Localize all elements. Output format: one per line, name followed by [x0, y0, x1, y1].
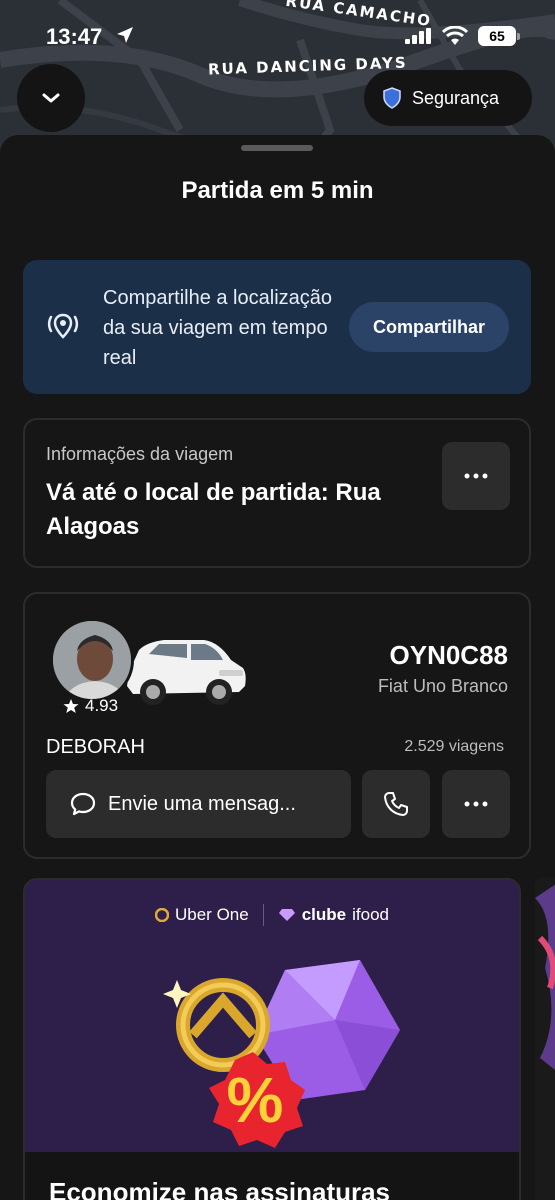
cellular-signal-icon	[405, 28, 431, 44]
phone-icon	[384, 792, 408, 816]
chevron-down-icon	[42, 93, 60, 103]
promo-illustration: %	[163, 960, 400, 1148]
more-horizontal-icon	[464, 801, 488, 807]
trip-bottom-sheet[interactable]: Partida em 5 min Compartilhe a localizaç…	[0, 135, 555, 1200]
driver-avatar[interactable]	[50, 618, 134, 702]
message-driver-button[interactable]: Envie uma mensag...	[46, 770, 351, 838]
uber-one-label: Uber One	[175, 905, 249, 924]
uber-one-icon	[155, 908, 169, 922]
chat-bubble-icon	[70, 792, 96, 816]
discount-symbol: %	[227, 1064, 284, 1136]
trip-info-label: Informações da viagem	[46, 444, 234, 464]
status-bar: 13:47 65	[0, 0, 555, 70]
message-button-label: Envie uma mensag...	[108, 792, 296, 815]
shield-icon	[383, 87, 401, 109]
star-icon	[63, 699, 79, 713]
next-promo-art	[535, 878, 555, 1200]
car-image	[127, 640, 246, 705]
promo-title: Economize nas assinaturas	[49, 1177, 391, 1200]
rating-value: 4.93	[85, 696, 119, 715]
safety-button[interactable]: Segurança	[364, 70, 532, 126]
promo-footer: Economize nas assinaturas	[25, 1152, 519, 1200]
share-description: Compartilhe a localização da sua viagem …	[103, 287, 333, 369]
brand-separator	[262, 904, 264, 926]
battery-indicator: 65	[478, 26, 520, 46]
sheet-grabber[interactable]	[241, 145, 313, 151]
ifood-label: ifood	[352, 905, 389, 924]
promo-brands: Uber One clube ifood	[25, 904, 519, 926]
uber-one-brand: Uber One	[155, 905, 249, 925]
clube-ifood-brand: clube ifood	[278, 905, 389, 925]
driver-more-button[interactable]	[442, 770, 510, 838]
car-model: Fiat Uno Branco	[377, 676, 508, 696]
driver-rating: 4.93	[63, 696, 118, 716]
call-driver-button[interactable]	[362, 770, 430, 838]
sheet-title: Partida em 5 min	[181, 177, 374, 204]
share-button[interactable]: Compartilhar	[349, 302, 509, 352]
collapse-button[interactable]	[17, 64, 85, 132]
trip-info-card[interactable]: Informações da viagem Vá até o local de …	[23, 418, 531, 568]
location-broadcast-icon	[47, 313, 79, 339]
license-plate: OYN0C88	[389, 640, 509, 670]
clube-label: clube	[301, 905, 347, 924]
diamond-icon	[278, 909, 295, 921]
clock: 13:47	[46, 24, 103, 49]
driver-name: DEBORAH	[46, 736, 145, 758]
safety-button-label: Segurança	[412, 87, 500, 108]
driver-trips-count: 2.529 viagens	[404, 738, 504, 755]
driver-card: 4.93 OYN0C88 Fiat Uno Branco DEBORAH 2.5…	[23, 592, 531, 859]
next-promo-card[interactable]	[535, 878, 555, 1200]
trip-more-button[interactable]	[442, 442, 510, 510]
more-horizontal-icon	[464, 473, 488, 479]
promo-card[interactable]: Uber One clube ifood % Economize nas ass…	[23, 878, 521, 1200]
wifi-icon	[442, 26, 468, 45]
trip-destination: Vá até o local de partida: Rua Alagoas	[46, 479, 381, 540]
location-arrow-icon	[117, 27, 133, 43]
share-location-card: Compartilhe a localização da sua viagem …	[23, 260, 531, 394]
